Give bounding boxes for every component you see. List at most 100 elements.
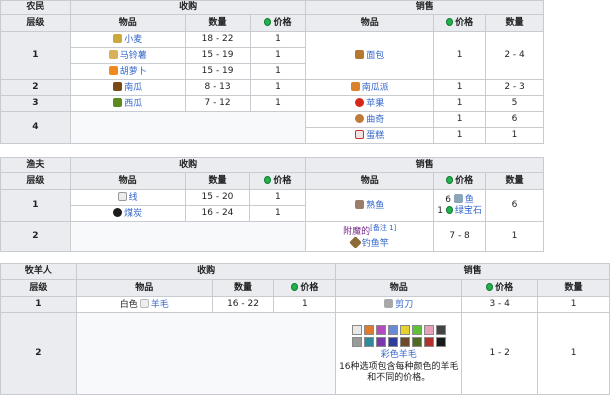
cake-icon: [355, 129, 365, 139]
col-level: 层级: [0, 14, 71, 32]
item-link[interactable]: 线: [129, 193, 138, 203]
emerald-icon: [264, 175, 272, 184]
level-cell: 1: [0, 189, 71, 222]
wool-color-swatch: [363, 337, 374, 347]
emerald-icon: [445, 206, 453, 214]
sell-price-cell: 1: [433, 111, 487, 128]
wool-color-swatch: [399, 325, 410, 335]
item-link[interactable]: 小麦: [124, 35, 142, 45]
buy-item-cell: 胡萝卜: [69, 63, 186, 80]
item-link[interactable]: 绿宝石: [455, 206, 482, 216]
emerald-icon: [291, 282, 299, 291]
item-link[interactable]: 煤炭: [124, 209, 142, 219]
cooked-fish-icon: [355, 199, 365, 209]
apple-icon: [355, 97, 365, 107]
sell-item-cell: 熟鱼: [305, 189, 435, 222]
item-link[interactable]: 熟鱼: [366, 201, 384, 211]
bread-icon: [355, 49, 365, 59]
sell-item-cell: 南瓜派: [305, 79, 435, 96]
sell-price-cell: 1: [433, 31, 487, 80]
buy-qty-cell: 18 - 22: [184, 31, 251, 48]
buy-price-cell: 1: [249, 79, 307, 96]
col-price: 价格: [433, 14, 487, 32]
shepherd-sell-header: 销售: [335, 263, 610, 280]
emerald-icon: [446, 175, 454, 184]
buy-price-cell: 1: [249, 31, 307, 48]
buy-qty-cell: 16 - 22: [211, 296, 275, 313]
buy-price-cell: 1: [249, 47, 307, 64]
item-link[interactable]: 鱼: [465, 195, 474, 205]
buy-price-cell: 1: [273, 296, 337, 313]
carrot-icon: [108, 65, 118, 75]
emerald-icon: [486, 282, 494, 291]
cookie-icon: [355, 113, 365, 123]
farmer-sell-header: 销售: [305, 0, 544, 15]
farmer-buy-header: 收购: [69, 0, 307, 15]
buy-price-cell: 1: [249, 95, 307, 112]
item-link[interactable]: 南瓜派: [362, 83, 389, 93]
col-item: 物品: [75, 279, 213, 297]
item-link[interactable]: 羊毛: [151, 300, 169, 310]
coal-icon: [113, 207, 123, 217]
shepherd-trade-table: 牧羊人 收购 销售 层级 物品 数量 价格 物品 价格 数量 1 白色 羊毛 16…: [0, 263, 610, 395]
sell-item-cell: 蛋糕: [305, 127, 435, 144]
fishing-rod-icon: [348, 236, 362, 249]
shears-icon: [384, 298, 394, 308]
col-item: 物品: [305, 172, 435, 190]
item-link[interactable]: 马铃薯: [120, 51, 147, 61]
fisherman-trade-table: 渔夫 收购 销售 层级 物品 数量 价格 物品 价格 数量 1 线 15 - 2…: [0, 157, 544, 252]
sell-item-cell: 面包: [305, 31, 435, 80]
item-link[interactable]: 蛋糕: [366, 131, 384, 141]
colored-wool-swatches: [338, 325, 459, 347]
buy-item-cell: 线: [69, 189, 186, 206]
buy-item-cell: 白色 羊毛: [75, 296, 213, 313]
col-qty: 数量: [184, 172, 251, 190]
sell-price-cell: 7 - 8: [433, 221, 487, 252]
buy-qty-cell: 8 - 13: [184, 79, 251, 96]
item-link[interactable]: 钓鱼竿: [362, 239, 389, 249]
col-qty: 数量: [485, 172, 544, 190]
item-link[interactable]: 苹果: [366, 99, 384, 109]
sell-price-cell: 1: [433, 127, 487, 144]
col-qty: 数量: [184, 14, 251, 32]
color-prefix: 白色: [119, 299, 138, 310]
wool-color-swatch: [387, 325, 398, 335]
shepherd-title: 牧羊人: [0, 263, 77, 280]
item-link[interactable]: 曲奇: [366, 115, 384, 125]
farmer-trade-table: 农民 收购 销售 层级 物品 数量 价格 物品 价格 数量 1 小麦 18 - …: [0, 0, 544, 144]
col-qty: 数量: [485, 14, 544, 32]
sell-qty-cell: 1: [485, 127, 544, 144]
wool-color-swatch: [375, 337, 386, 347]
col-qty: 数量: [211, 279, 275, 297]
col-item: 物品: [335, 279, 463, 297]
item-link[interactable]: 西瓜: [124, 99, 142, 109]
buy-item-cell: 小麦: [69, 31, 186, 48]
buy-qty-cell: 15 - 19: [184, 63, 251, 80]
item-link[interactable]: 彩色羊毛: [381, 350, 417, 360]
buy-item-cell: 马铃薯: [69, 47, 186, 64]
item-link[interactable]: 剪刀: [395, 300, 413, 310]
item-link[interactable]: 南瓜: [124, 83, 142, 93]
sell-item-cell: 剪刀: [335, 296, 463, 313]
sell-price-cell: 6 鱼 1 绿宝石: [433, 189, 487, 222]
sell-item-cell: 曲奇: [305, 111, 435, 128]
buy-item-cell: 南瓜: [69, 79, 186, 96]
sell-qty-cell: 2 - 3: [485, 79, 544, 96]
emerald-icon: [264, 17, 272, 26]
item-link[interactable]: 面包: [366, 51, 384, 61]
sell-price-cell: 3 - 4: [461, 296, 539, 313]
melon-icon: [113, 97, 123, 107]
sell-qty-cell: 6: [485, 111, 544, 128]
col-price: 价格: [461, 279, 539, 297]
wheat-icon: [113, 33, 123, 43]
level-cell: 3: [0, 95, 71, 112]
col-price: 价格: [249, 172, 307, 190]
item-link[interactable]: 胡萝卜: [120, 67, 147, 77]
footnote-link[interactable]: [备注 1]: [370, 224, 396, 232]
sell-item-cell: 附魔的[备注 1] 钓鱼竿: [305, 221, 435, 252]
wool-color-swatch: [435, 337, 446, 347]
col-item: 物品: [69, 14, 186, 32]
col-level: 层级: [0, 279, 77, 297]
wool-color-swatch: [423, 325, 434, 335]
wool-icon: [139, 298, 149, 308]
